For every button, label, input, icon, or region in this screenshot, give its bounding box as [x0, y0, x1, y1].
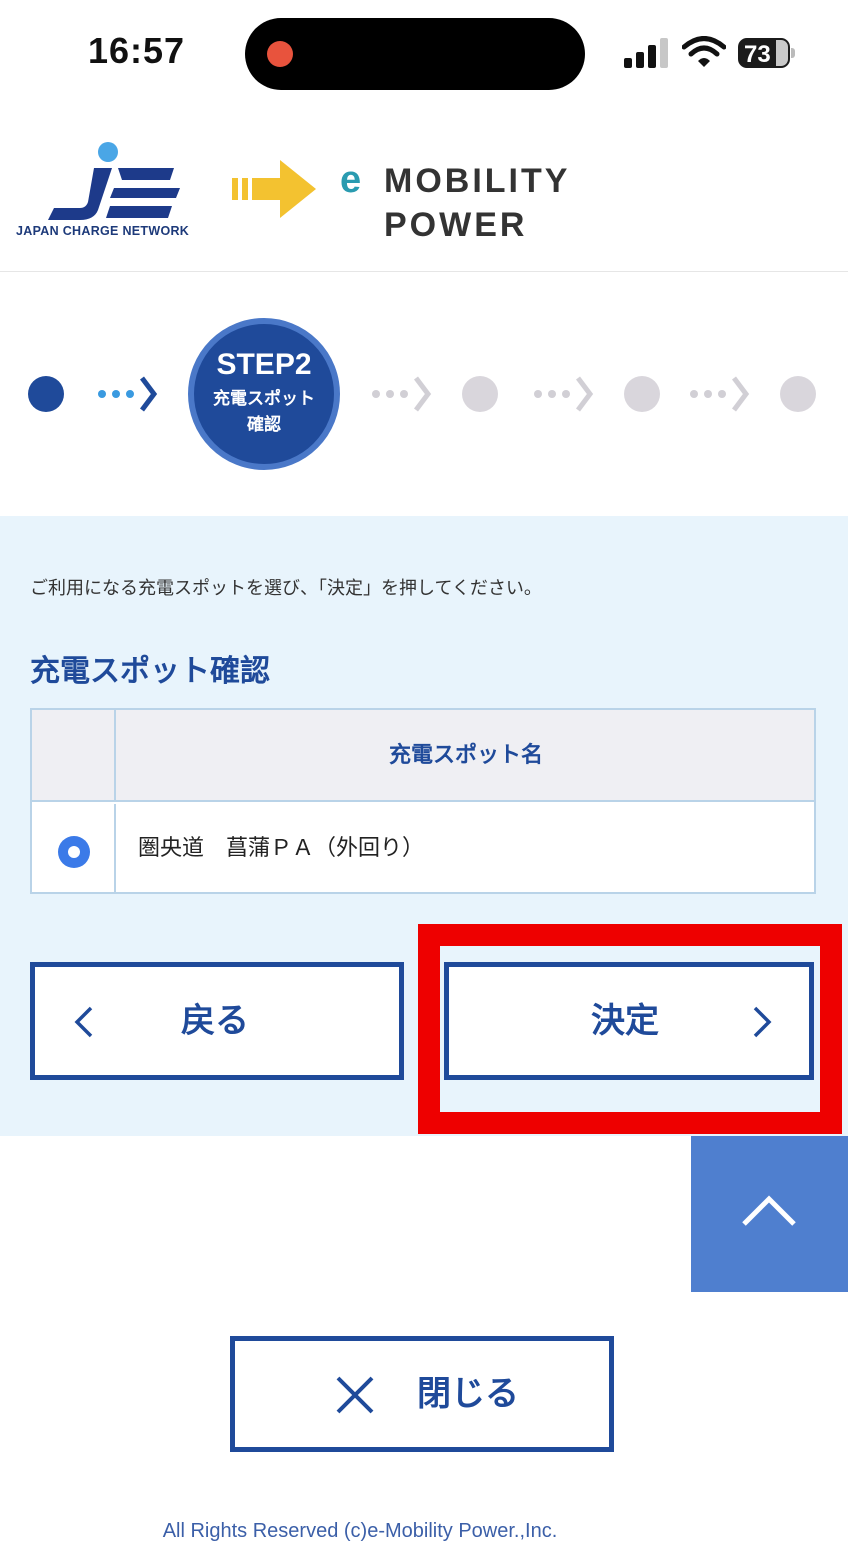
status-time: 16:57 — [88, 30, 186, 71]
table-header-row: 充電スポット名 — [32, 710, 814, 802]
svg-text:MOBILITY: MOBILITY — [384, 162, 570, 200]
step-arrow-icon — [372, 376, 432, 412]
step-3-dot — [462, 376, 498, 412]
chevron-up-icon — [742, 1195, 796, 1226]
instruction-text: ご利用になる充電スポットを選び、「決定」を押してください。 — [30, 578, 542, 599]
close-button[interactable]: 閉じる — [230, 1336, 614, 1452]
section-title: 充電スポット確認 — [30, 654, 270, 689]
step-arrow-icon — [690, 376, 750, 412]
step-arrow-icon — [98, 376, 158, 412]
footer-copyright: All Rights Reserved (c)e-Mobility Power.… — [162, 1520, 558, 1542]
emobility-power-logo: e MOBILITY POWER — [340, 159, 570, 244]
step-5-dot — [780, 376, 816, 412]
table-header-select — [32, 710, 116, 802]
step-arrow-icon — [534, 376, 594, 412]
current-step: STEP2 充電スポット 確認 — [188, 318, 340, 470]
table-row[interactable]: 圏央道 菖蒲ＰＡ（外回り） — [32, 804, 814, 894]
close-icon — [336, 1376, 374, 1414]
step-1-dot — [28, 376, 64, 412]
spot-radio-button[interactable] — [58, 836, 90, 868]
svg-text:POWER: POWER — [384, 206, 527, 244]
back-button[interactable]: 戻る — [30, 962, 404, 1080]
highlight-box — [418, 924, 842, 1134]
step-4-dot — [624, 376, 660, 412]
table-cell-select — [32, 804, 116, 894]
spot-name: 圏央道 菖蒲ＰＡ（外回り） — [138, 836, 425, 861]
spot-table: 充電スポット名 圏央道 菖蒲ＰＡ（外回り） — [30, 708, 816, 894]
current-step-label-line1: 充電スポット — [213, 389, 315, 409]
wifi-icon — [682, 36, 726, 67]
jcn-logo-text: JAPAN CHARGE NETWORK — [16, 224, 190, 238]
recording-indicator-icon — [267, 41, 293, 67]
table-header-spot-name: 充電スポット名 — [388, 743, 543, 768]
battery-icon: 73 — [738, 38, 796, 68]
battery-percent: 73 — [744, 41, 771, 68]
signal-icon — [624, 38, 668, 68]
page-top-button[interactable] — [691, 1136, 848, 1292]
back-button-label: 戻る — [181, 1001, 249, 1041]
close-button-label: 閉じる — [417, 1374, 519, 1414]
progress-stepper: STEP2 充電スポット 確認 — [0, 300, 848, 490]
dynamic-island — [245, 18, 585, 90]
svg-text:e: e — [340, 159, 361, 201]
current-step-title: STEP2 — [216, 348, 312, 381]
transition-arrow-icon — [232, 160, 316, 218]
chevron-left-icon — [74, 1006, 93, 1038]
current-step-label-line2: 確認 — [247, 415, 281, 435]
header: JAPAN CHARGE NETWORK e MOBILITY POWER — [0, 110, 848, 272]
